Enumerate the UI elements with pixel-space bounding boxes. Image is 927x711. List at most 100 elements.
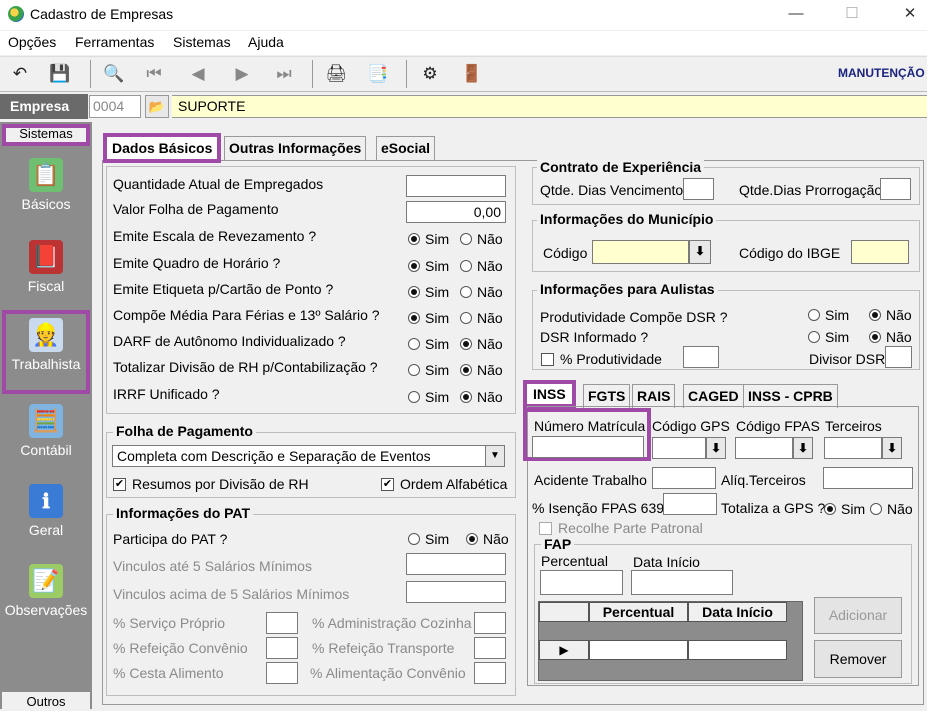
question-nao-radio[interactable]: Não	[460, 389, 503, 405]
tools-icon[interactable]: ⚙	[418, 62, 442, 86]
question-nao-radio[interactable]: Não	[460, 258, 503, 274]
vinc-acima-input[interactable]	[406, 581, 506, 603]
alimentacao-convenio-input[interactable]	[474, 662, 506, 684]
isencao-input[interactable]	[663, 493, 717, 515]
prod-nao-radio[interactable]: Não	[869, 307, 912, 323]
fap-percentual-input[interactable]	[540, 570, 623, 595]
terceiros-input[interactable]	[824, 437, 882, 459]
question-nao-radio[interactable]: Não	[460, 310, 503, 326]
menu-sistemas[interactable]: Sistemas	[173, 34, 231, 50]
remover-button[interactable]: Remover	[814, 640, 902, 678]
adicionar-button[interactable]: Adicionar	[814, 597, 902, 634]
report-icon[interactable]: 📑	[366, 62, 390, 86]
qtd-empregados-input[interactable]	[406, 175, 506, 197]
save-icon[interactable]: 💾	[48, 62, 72, 86]
sidebar-item-trabalhista[interactable]: 👷 Trabalhista	[2, 310, 90, 394]
sidebar-item-observacoes[interactable]: 📝 Observações	[2, 556, 90, 634]
sidebar-item-contabil[interactable]: 🧮 Contábil	[2, 396, 90, 474]
question-sim-radio[interactable]: Sim	[408, 389, 449, 405]
first-record-icon[interactable]: ⏮	[142, 62, 166, 86]
recolhe-patronal-checkbox[interactable]: Recolhe Parte Patronal	[539, 520, 703, 536]
tab-inss[interactable]: INSS	[523, 380, 576, 408]
question-nao-radio[interactable]: Não	[460, 362, 503, 378]
question-nao-radio[interactable]: Não	[460, 284, 503, 300]
prod-sim-radio[interactable]: Sim	[808, 307, 849, 323]
open-folder-icon[interactable]: 📂	[145, 95, 169, 118]
totaliza-sim-radio[interactable]: Sim	[824, 501, 865, 517]
preview-icon[interactable]: 🔍	[102, 62, 126, 86]
menu-ferramentas[interactable]: Ferramentas	[75, 34, 154, 50]
close-button[interactable]: ✕	[900, 4, 920, 24]
sidebar-footer[interactable]: Outros	[2, 692, 90, 709]
tab-outras-informacoes[interactable]: Outras Informações	[224, 136, 367, 160]
lookup-arrow-icon[interactable]: ⬇	[689, 240, 711, 264]
codigo-fpas-input[interactable]	[735, 437, 793, 459]
menu-opcoes[interactable]: Opções	[8, 34, 56, 50]
perc-produtividade-input[interactable]	[683, 346, 719, 368]
servico-proprio-input[interactable]	[266, 612, 298, 634]
dsr-nao-radio[interactable]: Não	[869, 329, 912, 345]
question-nao-radio[interactable]: Não	[460, 336, 503, 352]
sidebar-item-fiscal[interactable]: 📕 Fiscal	[2, 232, 90, 310]
question-nao-radio[interactable]: Não	[460, 231, 503, 247]
question-sim-radio[interactable]: Sim	[408, 362, 449, 378]
chevron-down-icon[interactable]: ▼	[485, 445, 505, 467]
exit-icon[interactable]: 🚪	[460, 62, 484, 86]
fap-data-inicio-input[interactable]	[631, 570, 733, 595]
menu-ajuda[interactable]: Ajuda	[248, 34, 284, 50]
previous-record-icon[interactable]: ◀	[186, 62, 210, 86]
empresa-code-input[interactable]: 0004	[89, 95, 141, 118]
municipio-codigo-input[interactable]	[592, 240, 689, 264]
pat-sim-radio[interactable]: Sim	[408, 531, 449, 547]
resumos-checkbox[interactable]: ✔ Resumos por Divisão de RH	[113, 476, 309, 492]
undo-icon[interactable]: ↶	[8, 62, 32, 86]
question-sim-radio[interactable]: Sim	[408, 336, 449, 352]
dias-prorrogacao-input[interactable]	[880, 178, 911, 200]
question-sim-radio[interactable]: Sim	[408, 258, 449, 274]
lookup-arrow-icon[interactable]: ⬇	[706, 437, 726, 459]
tab-caged[interactable]: CAGED	[683, 384, 744, 408]
tab-fgts[interactable]: FGTS	[583, 384, 631, 408]
valor-folha-input[interactable]: 0,00	[406, 201, 506, 223]
codigo-gps-input[interactable]	[652, 437, 706, 459]
divisor-dsr-input[interactable]	[885, 346, 912, 368]
calculator-icon: 🧮	[29, 404, 63, 438]
last-record-icon[interactable]: ⏭	[272, 62, 296, 86]
perc-produtividade-checkbox[interactable]: % Produtividade	[541, 351, 662, 367]
acidente-trabalho-label: Acidente Trabalho	[534, 472, 647, 488]
question-sim-radio[interactable]: Sim	[408, 284, 449, 300]
grid-cell[interactable]	[688, 640, 787, 660]
totaliza-nao-radio[interactable]: Não	[870, 501, 913, 517]
lookup-arrow-icon[interactable]: ⬇	[882, 437, 902, 459]
lookup-arrow-icon[interactable]: ⬇	[793, 437, 813, 459]
ordem-checkbox[interactable]: ✔ Ordem Alfabética	[381, 476, 507, 492]
refeicao-convenio-input[interactable]	[266, 637, 298, 659]
maximize-button[interactable]: ☐	[842, 4, 862, 24]
admin-cozinha-input[interactable]	[474, 612, 506, 634]
sidebar-item-basicos[interactable]: 📋 Básicos	[2, 150, 90, 228]
aliq-terceiros-input[interactable]	[823, 467, 913, 489]
acidente-trabalho-input[interactable]	[652, 467, 716, 489]
folha-select[interactable]: Completa com Descrição e Separação de Ev…	[112, 445, 486, 467]
tab-inss-cprb[interactable]: INSS - CPRB	[743, 384, 838, 408]
refeicao-transporte-input[interactable]	[474, 637, 506, 659]
grid-cell[interactable]	[589, 640, 688, 660]
print-icon[interactable]: 🖨	[324, 62, 348, 86]
isencao-label: % Isenção FPAS 639	[532, 500, 665, 516]
next-record-icon[interactable]: ▶	[230, 62, 254, 86]
question-sim-radio[interactable]: Sim	[408, 231, 449, 247]
question-sim-radio[interactable]: Sim	[408, 310, 449, 326]
sidebar-header[interactable]: Sistemas	[2, 124, 90, 146]
cesta-alimento-input[interactable]	[266, 662, 298, 684]
tab-dados-basicos[interactable]: Dados Básicos	[103, 133, 222, 163]
minimize-button[interactable]: —	[786, 4, 806, 24]
ibge-input[interactable]	[851, 240, 909, 264]
tab-rais[interactable]: RAIS	[632, 384, 676, 408]
pat-nao-radio[interactable]: Não	[466, 531, 509, 547]
dsr-sim-radio[interactable]: Sim	[808, 329, 849, 345]
matricula-input[interactable]	[532, 436, 644, 458]
tab-esocial[interactable]: eSocial	[376, 136, 436, 160]
sidebar-item-geral[interactable]: ℹ Geral	[2, 476, 90, 554]
dias-vencimento-input[interactable]	[683, 178, 714, 200]
vinc-ate-input[interactable]	[406, 553, 506, 575]
